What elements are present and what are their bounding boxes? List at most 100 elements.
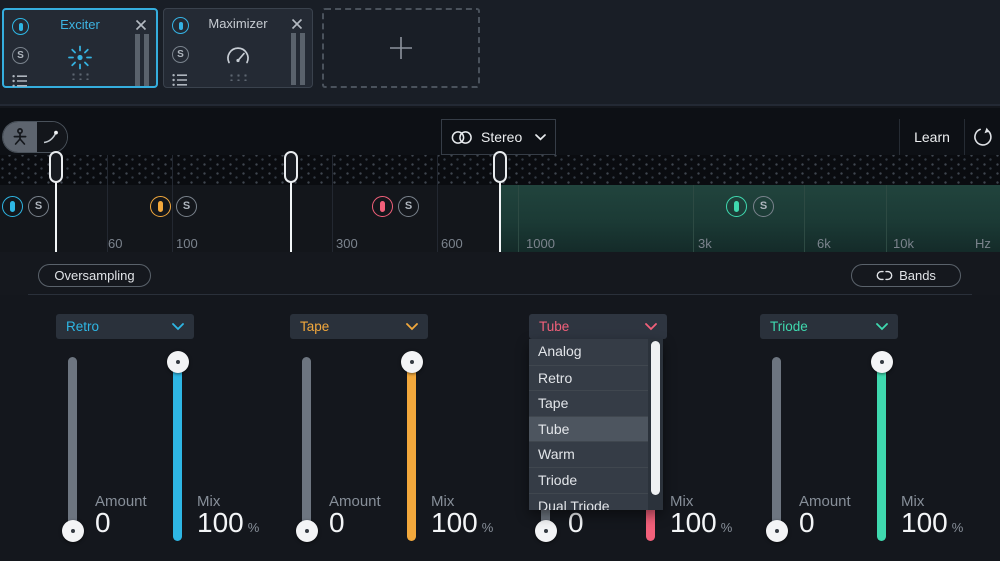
grid-line [437, 155, 438, 252]
amount-value[interactable]: 0 [799, 507, 815, 539]
stereo-circles-icon [451, 130, 473, 145]
freq-label: 3k [698, 236, 712, 251]
band3-amount-thumb[interactable] [535, 520, 557, 542]
channel-label: Stereo [481, 129, 522, 145]
module-title: Maximizer [192, 16, 284, 31]
band4-amount-slider[interactable] [772, 357, 781, 541]
menu-scrollbar-thumb[interactable] [651, 341, 660, 495]
module-title: Exciter [32, 17, 128, 32]
freq-unit-label: Hz [975, 236, 991, 251]
band1-solo-icon[interactable]: S [28, 196, 49, 217]
assistant-person-icon[interactable] [3, 122, 37, 152]
menu-item[interactable]: Analog [529, 339, 648, 365]
freq-label: 60 [108, 236, 122, 251]
band2-amount-thumb[interactable] [296, 520, 318, 542]
menu-item[interactable]: Dual Triode [529, 493, 648, 510]
freq-label: 300 [336, 236, 358, 251]
band1-mode-dropdown[interactable]: Retro [56, 314, 194, 339]
menu-scrollbar-track[interactable] [648, 339, 663, 510]
band1-amount-thumb[interactable] [62, 520, 84, 542]
chevron-down-icon [645, 323, 657, 331]
grid-line [172, 155, 173, 252]
band4-mode-dropdown[interactable]: Triode [760, 314, 898, 339]
band2-mix-slider[interactable] [407, 357, 416, 541]
plus-icon [385, 32, 417, 64]
band3-solo-icon[interactable]: S [398, 196, 419, 217]
band2-mode-dropdown[interactable]: Tape [290, 314, 428, 339]
menu-item[interactable]: Retro [529, 365, 648, 391]
module-meter [135, 34, 149, 86]
band4-amount-thumb[interactable] [766, 520, 788, 542]
band1-power-icon[interactable] [2, 196, 23, 217]
mix-value[interactable]: 100% [670, 507, 732, 539]
band4-power-icon[interactable] [726, 196, 747, 217]
band4-solo-icon[interactable]: S [753, 196, 774, 217]
manual-curve-icon[interactable] [37, 122, 67, 152]
amount-value[interactable]: 0 [329, 507, 345, 539]
menu-item-selected[interactable]: Tube [529, 416, 648, 442]
band3-power-icon[interactable] [372, 196, 393, 217]
plugin-window: Exciter S [0, 0, 1000, 561]
mode-dropdown-menu: Analog Retro Tape Tube Warm Triode Dual … [529, 339, 663, 510]
chevron-down-icon [876, 323, 888, 331]
grid-line [886, 185, 887, 252]
band1-mix-slider[interactable] [173, 357, 182, 541]
module-meter [291, 33, 305, 85]
menu-item[interactable]: Tape [529, 390, 648, 416]
add-module-slot[interactable] [322, 8, 480, 88]
module-card-maximizer[interactable]: Maximizer S [163, 8, 313, 88]
freq-label: 100 [176, 236, 198, 251]
freq-label: 10k [893, 236, 914, 251]
mix-value[interactable]: 100% [197, 507, 259, 539]
drag-handle-dots-icon[interactable] [70, 72, 90, 80]
toolbar: Stereo Learn [0, 108, 1000, 155]
solo-icon[interactable]: S [172, 46, 189, 63]
module-card-exciter[interactable]: Exciter S [2, 8, 158, 88]
channel-selector[interactable]: Stereo [441, 119, 556, 155]
crossover-handle-2[interactable] [284, 151, 298, 183]
maximizer-gauge-icon [224, 44, 252, 75]
selected-band-region[interactable] [500, 185, 1000, 252]
link-icon [876, 270, 893, 281]
band4-mix-slider[interactable] [877, 357, 886, 541]
module-power-icon[interactable] [12, 18, 29, 35]
crossover-handle-3[interactable] [493, 151, 507, 183]
drag-handle-dots-icon[interactable] [228, 73, 248, 81]
band3-mode-dropdown[interactable]: Tube [529, 314, 667, 339]
grid-line [332, 155, 333, 252]
module-chain: Exciter S [0, 0, 1000, 106]
amount-value[interactable]: 0 [95, 507, 111, 539]
history-reset-icon[interactable] [965, 119, 1000, 155]
band2-amount-slider[interactable] [302, 357, 311, 541]
menu-item[interactable]: Triode [529, 467, 648, 493]
band1-amount-slider[interactable] [68, 357, 77, 541]
view-mode-toggle [2, 121, 68, 153]
grid-line [804, 185, 805, 252]
band4-mix-thumb[interactable] [871, 351, 893, 373]
grid-line [518, 185, 519, 252]
mix-value[interactable]: 100% [901, 507, 963, 539]
grid-line [693, 185, 694, 252]
band2-power-icon[interactable] [150, 196, 171, 217]
solo-icon[interactable]: S [12, 47, 29, 64]
band2-solo-icon[interactable]: S [176, 196, 197, 217]
freq-label: 600 [441, 236, 463, 251]
mix-value[interactable]: 100% [431, 507, 493, 539]
freq-label: 6k [817, 236, 831, 251]
menu-item[interactable]: Warm [529, 441, 648, 467]
oversampling-button[interactable]: Oversampling [38, 264, 151, 287]
amount-value[interactable]: 0 [568, 507, 584, 539]
chevron-down-icon [406, 323, 418, 331]
band2-mix-thumb[interactable] [401, 351, 423, 373]
freq-label: 1000 [526, 236, 555, 251]
crossover-handle-1[interactable] [49, 151, 63, 183]
band1-mix-thumb[interactable] [167, 351, 189, 373]
preset-list-icon[interactable] [12, 74, 28, 93]
module-power-icon[interactable] [172, 17, 189, 34]
preset-list-icon[interactable] [172, 73, 188, 92]
bands-button[interactable]: Bands [851, 264, 961, 287]
chevron-down-icon [535, 134, 546, 141]
learn-button[interactable]: Learn [899, 119, 965, 155]
bands-panel: Retro Amount 0 Mix 100% Tape Amount 0 Mi… [0, 295, 1000, 561]
controls-row: Oversampling Bands [0, 252, 1000, 295]
